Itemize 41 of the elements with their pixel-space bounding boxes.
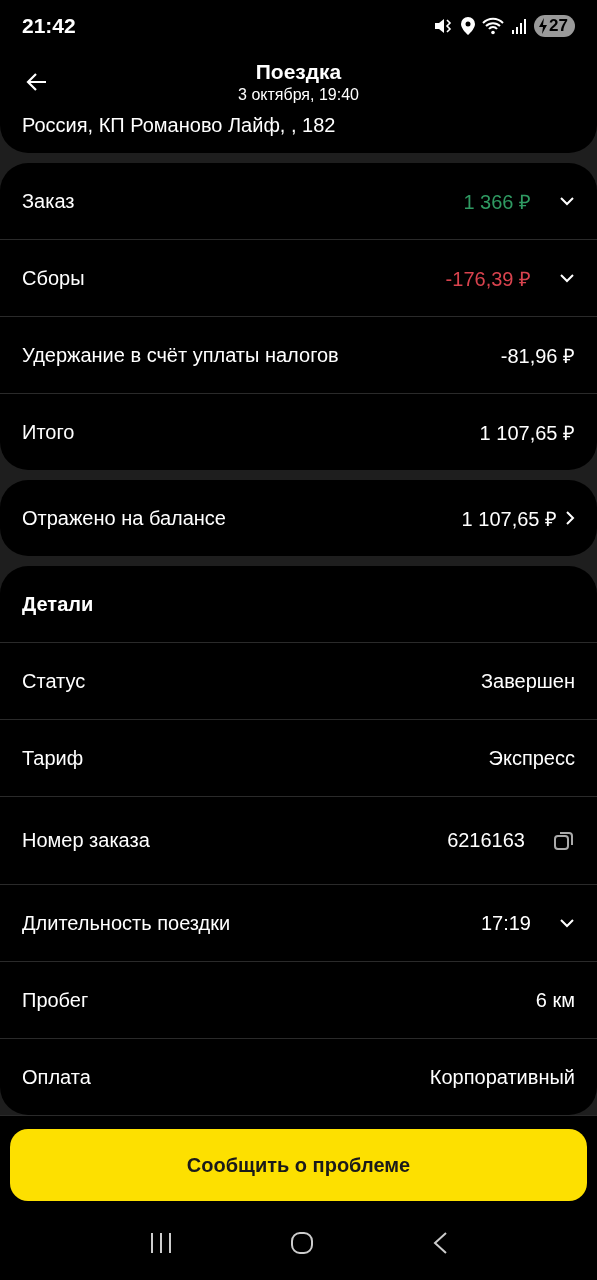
chevron-down-icon[interactable] bbox=[559, 196, 575, 206]
row-value: -81,96 ₽ bbox=[500, 343, 575, 369]
trip-address: Россия, КП Романово Лайф, , 182 bbox=[22, 114, 337, 137]
copy-icon[interactable] bbox=[553, 829, 575, 852]
back-arrow-icon[interactable] bbox=[26, 72, 48, 92]
row-value: Корпоративный bbox=[429, 1065, 575, 1089]
row-label: Оплата bbox=[22, 1065, 92, 1089]
report-problem-button[interactable]: Сообщить о проблеме bbox=[10, 1129, 587, 1201]
chevron-down-icon[interactable] bbox=[559, 273, 575, 283]
row-value: -176,39 ₽ bbox=[445, 266, 531, 292]
trip-date: 3 октября, 19:40 bbox=[238, 86, 359, 104]
row-value: 6216163 bbox=[447, 829, 525, 852]
recent-apps-icon[interactable] bbox=[148, 1232, 173, 1254]
row-label: Пробег bbox=[22, 988, 90, 1012]
row-value: Экспресс bbox=[488, 746, 575, 770]
row-label: Номер заказа bbox=[22, 829, 151, 852]
battery-indicator: 27 bbox=[534, 15, 575, 37]
row-label: Удержание в счёт уплаты налогов bbox=[22, 343, 340, 367]
chevron-down-icon[interactable] bbox=[559, 918, 575, 928]
back-icon[interactable] bbox=[432, 1231, 449, 1255]
row-value: 6 км bbox=[535, 988, 575, 1012]
wifi-icon bbox=[482, 17, 505, 35]
row-value: Завершен bbox=[480, 669, 575, 693]
row-label: Тариф bbox=[22, 746, 85, 770]
section-heading: Детали bbox=[22, 592, 94, 616]
signal-icon bbox=[511, 18, 528, 34]
row-label: Статус bbox=[22, 669, 87, 693]
row-value: 1 107,65 ₽ bbox=[461, 506, 557, 532]
home-icon[interactable] bbox=[290, 1231, 315, 1255]
status-time: 21:42 bbox=[22, 14, 76, 38]
row-label: Отражено на балансе bbox=[22, 506, 227, 530]
location-icon bbox=[461, 17, 476, 35]
row-value: 17:19 bbox=[480, 911, 531, 935]
row-label: Сборы bbox=[22, 266, 86, 290]
row-label: Длительность поездки bbox=[22, 911, 232, 935]
row-value: 1 366 ₽ bbox=[463, 189, 531, 215]
row-label: Заказ bbox=[22, 189, 76, 213]
chevron-right-icon[interactable] bbox=[565, 510, 575, 526]
row-value: 1 107,65 ₽ bbox=[479, 420, 575, 446]
page-title: Поездка bbox=[255, 60, 342, 84]
row-label: Итого bbox=[22, 420, 76, 444]
